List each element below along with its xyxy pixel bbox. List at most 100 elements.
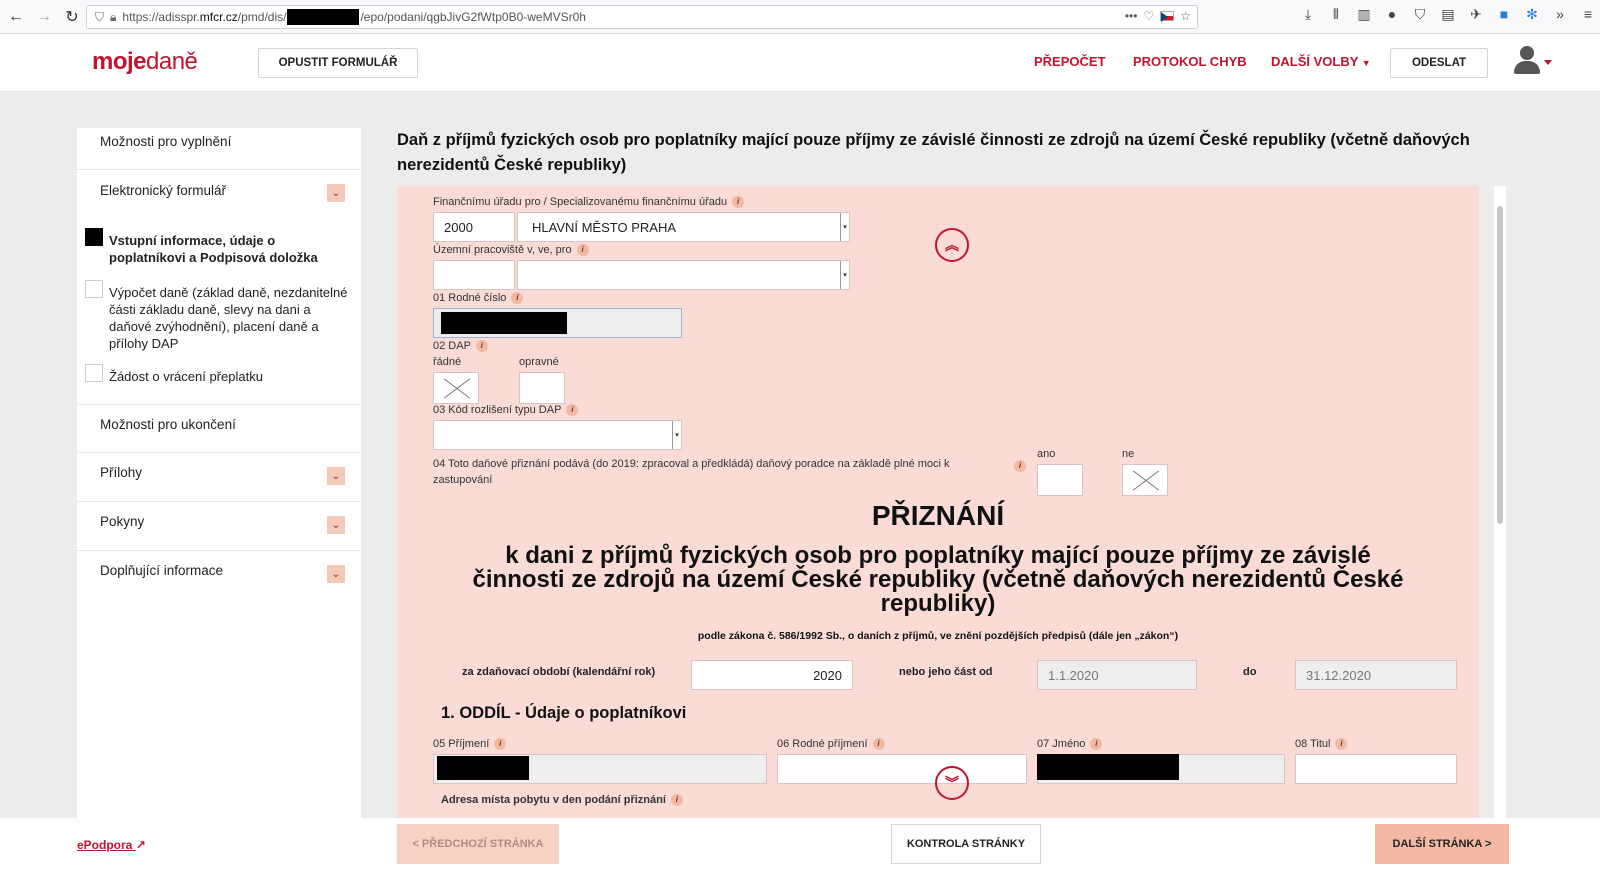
birth-surname-label: 06 Rodné příjmení i [777, 738, 885, 751]
previous-page-button[interactable]: < PŘEDCHOZÍ STRÁNKA [397, 824, 559, 864]
form-subheading: k dani z příjmů fyzických osob pro popla… [472, 542, 1404, 617]
scrollbar-thumb[interactable] [1497, 206, 1503, 524]
dap-type-select[interactable]: ▾ [433, 420, 682, 450]
info-icon[interactable]: i [494, 738, 507, 751]
advisor-yes-checkbox[interactable] [1037, 464, 1083, 496]
url-path-rest: /epo/podani/qgbJivG2fWtp0B0-weMVSr0h [360, 10, 586, 24]
info-icon[interactable]: i [670, 794, 683, 807]
select-arrow-icon[interactable]: ▾ [840, 261, 849, 289]
office-name-select[interactable]: HLAVNÍ MĚSTO PRAHA ▾ [517, 212, 850, 242]
info-icon[interactable]: i [732, 196, 745, 209]
chevron-down-icon[interactable]: ⌄ [327, 516, 345, 534]
reload-icon[interactable]: ↻ [60, 5, 84, 29]
library-icon[interactable]: ⫴ [1328, 6, 1344, 23]
page-actions-icon[interactable]: ••• [1125, 9, 1138, 23]
territory-label: Územní pracoviště v, ve, pro i [433, 244, 589, 257]
name-label: 07 Jméno i [1037, 738, 1103, 751]
redacted-block [1037, 754, 1179, 780]
sidebar-icon[interactable]: ▥ [1356, 6, 1372, 23]
period-label: za zdaňovací období (kalendářní rok) [462, 666, 656, 678]
bookmark-star-icon[interactable]: ☆ [1180, 9, 1191, 23]
user-menu-caret-icon[interactable] [1544, 60, 1552, 65]
no-label: ne [1122, 448, 1135, 460]
browser-toolbar: ← → ↻ ⛉ 🔒︎ https://adisspr. mfcr.cz/pmd/d… [0, 0, 1600, 34]
info-icon[interactable]: i [511, 292, 524, 305]
chevron-down-icon[interactable]: ⌄ [327, 184, 345, 202]
sidebar-item-fill-options[interactable]: Možnosti pro vyplnění [77, 128, 361, 170]
download-icon[interactable]: ⤓ [1300, 6, 1316, 23]
sidebar-item-additional-info[interactable]: Doplňující informace ⌄ [77, 551, 361, 600]
check-page-button[interactable]: KONTROLA STRÁNKY [891, 824, 1041, 864]
scroll-down-icon[interactable]: ︾ [935, 766, 969, 800]
user-avatar-icon[interactable] [1512, 46, 1542, 76]
more-options-link[interactable]: DALŠÍ VOLBY ▼ [1271, 54, 1371, 69]
error-log-link[interactable]: PROTOKOL CHYB [1133, 54, 1247, 69]
account-icon[interactable]: ● [1384, 6, 1400, 23]
shield-extension-icon[interactable]: ⛉ [1412, 6, 1428, 23]
title-label: 08 Titul i [1295, 738, 1348, 751]
address-bar[interactable]: ⛉ 🔒︎ https://adisspr. mfcr.cz/pmd/dis/ /ep… [86, 5, 1198, 29]
url-prefix: https://adisspr. [122, 10, 200, 24]
to-field[interactable]: 31.12.2020 [1295, 660, 1457, 690]
territory-select[interactable]: ▾ [517, 260, 850, 290]
office-code-field[interactable]: 2000 [433, 212, 515, 242]
extension-icon[interactable]: ✈ [1468, 6, 1484, 23]
form-area: Finančnímu úřadu pro / Specializovanému … [397, 186, 1479, 818]
epodpora-link[interactable]: ePodpora ↗ [77, 838, 146, 852]
dap-regular-checkbox[interactable] [433, 372, 479, 404]
back-icon[interactable]: ← [4, 5, 28, 29]
exit-form-button[interactable]: OPUSTIT FORMULÁŘ [258, 48, 418, 78]
select-arrow-icon[interactable]: ▾ [672, 421, 681, 449]
birth-surname-field[interactable] [777, 754, 1027, 784]
czech-flag-icon[interactable] [1160, 11, 1175, 22]
info-icon[interactable]: i [872, 738, 885, 751]
info-icon[interactable]: i [1335, 738, 1348, 751]
part-from-field[interactable]: 1.1.2020 [1037, 660, 1197, 690]
redacted-block [441, 312, 567, 334]
chevron-down-icon[interactable]: ⌄ [327, 565, 345, 583]
sidebar-item-instructions[interactable]: Pokyny ⌄ [77, 502, 361, 551]
lock-icon: 🔒︎ [110, 9, 117, 24]
sidebar-item-end-options[interactable]: Možnosti pro ukončení [77, 405, 361, 453]
menu-icon[interactable]: ≡ [1580, 6, 1596, 23]
redacted-block [437, 756, 529, 780]
app-header: mojedaně OPUSTIT FORMULÁŘ PŘEPOČET PROTO… [0, 34, 1600, 92]
form-scrollbar[interactable] [1494, 186, 1506, 818]
territory-code-field[interactable] [433, 260, 515, 290]
sidebar-item-attachments[interactable]: Přílohy ⌄ [77, 453, 361, 502]
send-button[interactable]: ODESLAT [1390, 48, 1488, 78]
overflow-icon[interactable]: » [1552, 6, 1568, 23]
info-icon[interactable]: i [475, 340, 488, 353]
to-label: do [1243, 666, 1257, 678]
part-from-label: nebo jeho část od [899, 666, 993, 678]
birth-number-label: 01 Rodné číslo i [433, 292, 524, 305]
info-icon[interactable]: i [1090, 738, 1103, 751]
chevron-down-icon[interactable]: ⌄ [327, 467, 345, 485]
dap-type-label: 03 Kód rozlišení typu DAP i [433, 404, 579, 417]
mojedane-logo[interactable]: mojedaně [92, 48, 198, 76]
extension-blue-icon[interactable]: ■ [1496, 6, 1512, 23]
recalc-link[interactable]: PŘEPOČET [1034, 54, 1106, 69]
url-host: mfcr.cz [199, 10, 238, 24]
dap-corrective-checkbox[interactable] [519, 372, 565, 404]
yes-label: ano [1037, 448, 1056, 460]
scroll-up-icon[interactable]: ︽ [935, 228, 969, 262]
select-arrow-icon[interactable]: ▾ [840, 213, 849, 241]
extension-snow-icon[interactable]: ✻ [1524, 6, 1540, 23]
page-title: Daň z příjmů fyzických osob pro poplatní… [397, 131, 1470, 174]
period-field[interactable]: 2020 [691, 660, 853, 690]
reader-icon[interactable]: ▤ [1440, 6, 1456, 23]
sidebar-item-electronic-form[interactable]: Elektronický formulář ⌄ [77, 170, 361, 220]
active-indicator [85, 228, 103, 246]
dap-label: 02 DAP i [433, 340, 488, 353]
pocket-icon[interactable]: ♡ [1143, 9, 1154, 23]
external-link-icon: ↗ [135, 838, 146, 852]
info-icon[interactable]: i [576, 244, 589, 257]
forward-icon[interactable]: → [32, 5, 56, 29]
title-field[interactable] [1295, 754, 1457, 784]
step-checkbox [85, 364, 103, 382]
advisor-no-checkbox[interactable] [1122, 464, 1168, 496]
next-page-button[interactable]: DALŠÍ STRÁNKA > [1375, 824, 1509, 864]
info-icon[interactable]: i [1014, 460, 1026, 472]
info-icon[interactable]: i [566, 404, 579, 417]
